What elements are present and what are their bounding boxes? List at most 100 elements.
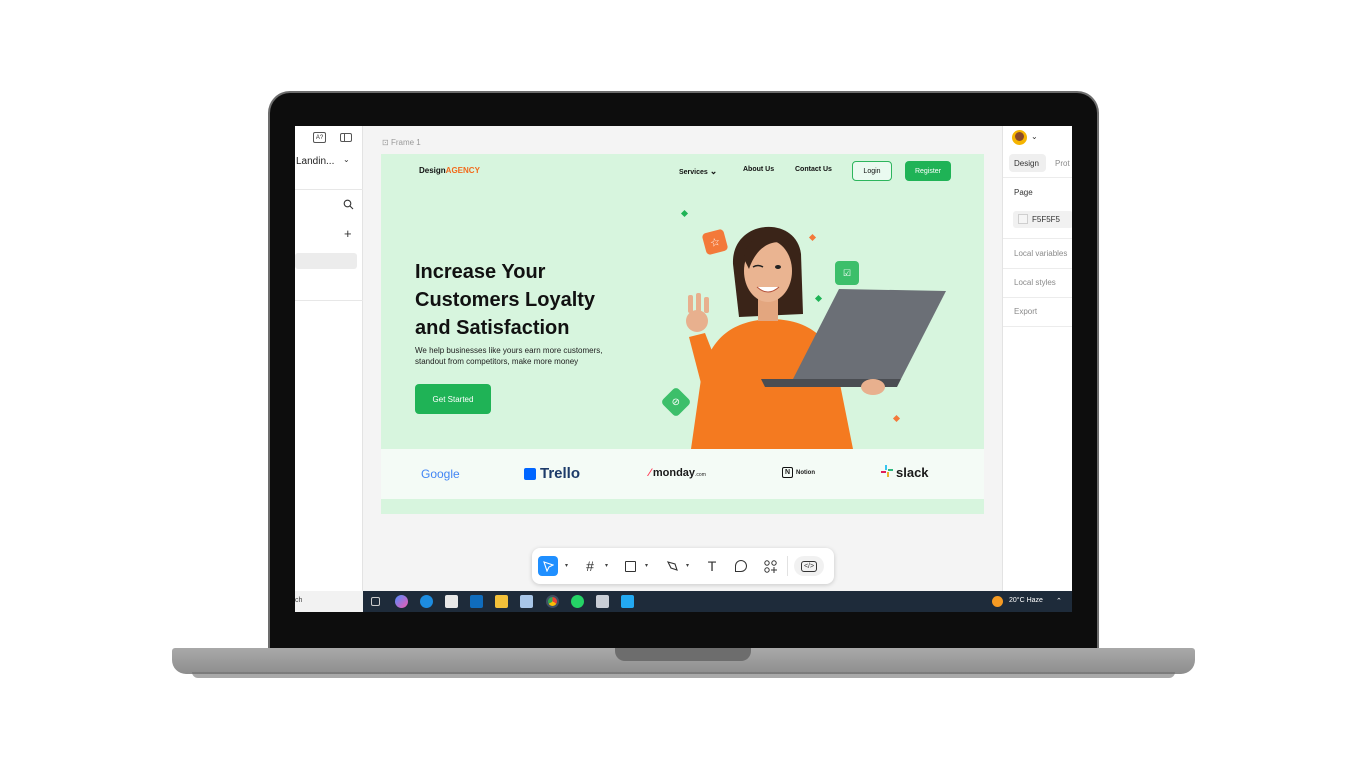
laptop-notch bbox=[615, 648, 751, 661]
avatar[interactable] bbox=[1012, 130, 1027, 145]
nav-about[interactable]: About Us bbox=[743, 166, 774, 173]
stage: A? Landin... ⌄ + ⊡ Frame 1 DesignAGENCY bbox=[0, 0, 1366, 768]
layers-panel: A? Landin... ⌄ + bbox=[295, 126, 363, 591]
frame-icon: ⊡ bbox=[382, 138, 391, 147]
slack-logo: slack bbox=[881, 465, 929, 480]
sidebar-toggle-icon[interactable] bbox=[340, 133, 352, 142]
rectangle-icon bbox=[624, 560, 636, 572]
chrome-icon[interactable] bbox=[546, 595, 559, 608]
copilot-icon[interactable] bbox=[395, 595, 408, 608]
tab-prototype[interactable]: Prot bbox=[1055, 159, 1070, 168]
divider bbox=[1003, 326, 1072, 327]
monday-icon: ⁄ bbox=[649, 467, 651, 479]
local-styles-link[interactable]: Local styles bbox=[1014, 278, 1056, 287]
network-app-icon[interactable] bbox=[520, 595, 533, 608]
taskbar-search-text: ch bbox=[295, 597, 303, 604]
google-logo: Google bbox=[421, 467, 460, 481]
trello-logo-text: Trello bbox=[540, 465, 581, 482]
chevron-down-icon[interactable]: ▾ bbox=[565, 562, 568, 569]
tab-design[interactable]: Design bbox=[1014, 159, 1039, 168]
nav-services-label: Services bbox=[679, 169, 708, 176]
font-icon-label: A? bbox=[315, 134, 324, 141]
selected-page-row[interactable] bbox=[295, 253, 357, 269]
frame-label[interactable]: ⊡ Frame 1 bbox=[382, 138, 421, 147]
monday-logo-suffix: .com bbox=[695, 472, 706, 478]
windows-taskbar: ch 20°C Haze ⌃ bbox=[295, 591, 1072, 612]
chevron-down-icon[interactable]: ⌄ bbox=[343, 155, 350, 164]
trello-icon bbox=[524, 467, 536, 480]
font-icon[interactable]: A? bbox=[313, 132, 326, 143]
nav-contact[interactable]: Contact Us bbox=[795, 166, 832, 173]
resources-tool-button[interactable] bbox=[760, 556, 780, 576]
partner-logos-band: Google Trello ⁄ monday .com N Notion sla… bbox=[381, 449, 984, 499]
dev-mode-toggle[interactable]: </> bbox=[794, 556, 824, 576]
divider bbox=[1003, 238, 1072, 239]
text-tool-button[interactable]: T bbox=[702, 556, 722, 576]
frame-bottom-strip bbox=[381, 499, 984, 514]
hero-subtitle-line: standout from competitors, make more mon… bbox=[415, 357, 579, 366]
chevron-down-icon[interactable]: ▾ bbox=[605, 562, 608, 569]
brand-logo[interactable]: DesignAGENCY bbox=[419, 166, 480, 175]
search-icon[interactable] bbox=[343, 199, 354, 213]
chevron-down-icon[interactable]: ▾ bbox=[686, 562, 689, 569]
hero-title-line: and Satisfaction bbox=[415, 317, 570, 339]
frame-label-text: Frame 1 bbox=[390, 138, 421, 147]
notion-logo: N Notion bbox=[782, 467, 815, 478]
whatsapp-icon[interactable] bbox=[571, 595, 584, 608]
page-color-value[interactable]: F5F5F5 bbox=[1032, 215, 1060, 224]
calendar-icon[interactable] bbox=[445, 595, 458, 608]
components-icon bbox=[763, 559, 777, 573]
monday-logo-text: monday bbox=[652, 467, 696, 479]
laptop-screen: A? Landin... ⌄ + ⊡ Frame 1 DesignAGENCY bbox=[295, 126, 1072, 612]
slack-icon bbox=[881, 465, 893, 480]
slack-logo-text: slack bbox=[896, 465, 929, 480]
chevron-down-icon[interactable]: ▾ bbox=[645, 562, 648, 569]
file-explorer-icon[interactable] bbox=[495, 595, 508, 608]
taskbar-search[interactable]: ch bbox=[295, 591, 363, 612]
notion-icon: N bbox=[782, 467, 793, 478]
hash-frame-icon: # bbox=[586, 558, 594, 574]
vscode-icon[interactable] bbox=[621, 595, 634, 608]
weather-text[interactable]: 20°C Haze bbox=[1009, 597, 1043, 604]
divider bbox=[1003, 177, 1072, 178]
hero-person-image bbox=[686, 226, 946, 449]
move-tool-button[interactable] bbox=[538, 556, 558, 576]
get-started-button[interactable]: Get Started bbox=[415, 384, 491, 414]
frame-tool-button[interactable]: # bbox=[580, 556, 600, 576]
chevron-up-icon[interactable]: ⌃ bbox=[1056, 597, 1062, 605]
pen-icon bbox=[666, 561, 678, 571]
outlook-icon[interactable] bbox=[470, 595, 483, 608]
chevron-down-icon[interactable]: ⌄ bbox=[1031, 132, 1038, 141]
login-button[interactable]: Login bbox=[852, 161, 892, 181]
hero-title-line: Customers Loyalty bbox=[415, 289, 596, 311]
hero-subtitle-line: We help businesses like yours earn more … bbox=[415, 346, 603, 355]
printer-icon[interactable] bbox=[596, 595, 609, 608]
weather-icon bbox=[992, 596, 1003, 607]
monday-logo: ⁄ monday .com bbox=[649, 467, 706, 479]
google-logo-text: Google bbox=[421, 467, 460, 481]
page-section-label: Page bbox=[1014, 188, 1033, 197]
comment-icon bbox=[735, 560, 747, 572]
shape-tool-button[interactable] bbox=[620, 556, 640, 576]
code-icon: </> bbox=[800, 560, 818, 572]
text-icon: T bbox=[707, 558, 717, 574]
landing-frame[interactable]: DesignAGENCY Services ⌄ About Us Contact… bbox=[381, 154, 984, 514]
file-name[interactable]: Landin... bbox=[296, 156, 334, 167]
pen-tool-button[interactable] bbox=[662, 556, 682, 576]
task-view-icon[interactable] bbox=[371, 597, 380, 606]
page-color-swatch[interactable] bbox=[1018, 214, 1028, 224]
comment-tool-button[interactable] bbox=[731, 556, 751, 576]
chevron-down-icon: ⌄ bbox=[709, 166, 718, 176]
add-page-icon[interactable]: + bbox=[344, 226, 352, 241]
register-button[interactable]: Register bbox=[905, 161, 951, 181]
edge-icon[interactable] bbox=[420, 595, 433, 608]
hero-title: Increase Your Customers Loyalty and Sati… bbox=[415, 258, 655, 342]
export-link[interactable]: Export bbox=[1014, 307, 1037, 316]
hero-title-line: Increase Your bbox=[415, 261, 546, 283]
local-variables-link[interactable]: Local variables bbox=[1014, 249, 1067, 258]
divider bbox=[1003, 268, 1072, 269]
notion-logo-text: Notion bbox=[796, 469, 815, 476]
nav-services[interactable]: Services ⌄ bbox=[679, 166, 717, 177]
hero-subtitle: We help businesses like yours earn more … bbox=[415, 345, 645, 367]
divider bbox=[295, 189, 363, 190]
